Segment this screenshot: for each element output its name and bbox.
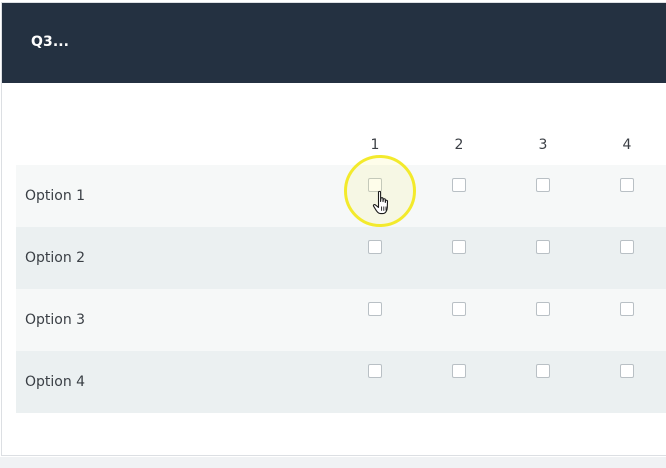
checkbox-option-2-col-1[interactable] (368, 240, 382, 254)
row-label-option-3: Option 3 (25, 312, 86, 328)
checkbox-option-4-col-4[interactable] (620, 364, 634, 378)
checkbox-option-3-col-3[interactable] (536, 302, 550, 316)
checkbox-option-3-col-4[interactable] (620, 302, 634, 316)
column-header-2: 2 (454, 137, 464, 153)
checkbox-option-2-col-4[interactable] (620, 240, 634, 254)
question-title: Q3... (31, 34, 70, 50)
checkbox-option-4-col-2[interactable] (452, 364, 466, 378)
column-header-1: 1 (370, 137, 380, 153)
checkbox-option-3-col-1[interactable] (368, 302, 382, 316)
checkbox-option-3-col-2[interactable] (452, 302, 466, 316)
matrix-row-option-4: Option 4 (16, 351, 666, 413)
checkbox-option-1-col-2[interactable] (452, 178, 466, 192)
column-header-3: 3 (538, 137, 548, 153)
checkbox-option-1-col-4[interactable] (620, 178, 634, 192)
hand-pointer-icon (372, 190, 389, 215)
page-footer-strip (0, 457, 666, 468)
row-label-option-4: Option 4 (25, 374, 86, 390)
checkbox-option-4-col-1[interactable] (368, 364, 382, 378)
checkbox-option-2-col-3[interactable] (536, 240, 550, 254)
matrix-row-option-1: Option 1 (16, 165, 666, 227)
checkbox-option-4-col-3[interactable] (536, 364, 550, 378)
column-header-4: 4 (622, 137, 632, 153)
checkbox-option-1-col-3[interactable] (536, 178, 550, 192)
question-header: Q3... (2, 3, 666, 83)
matrix-row-option-2: Option 2 (16, 227, 666, 289)
row-label-option-1: Option 1 (25, 188, 86, 204)
checkbox-option-2-col-2[interactable] (452, 240, 466, 254)
matrix-row-option-3: Option 3 (16, 289, 666, 351)
row-label-option-2: Option 2 (25, 250, 86, 266)
